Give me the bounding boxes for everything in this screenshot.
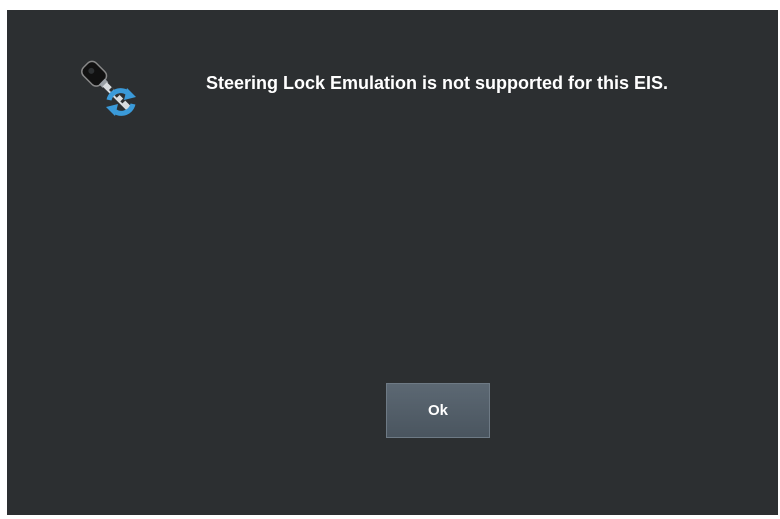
key-sync-icon [71,52,147,128]
ok-button[interactable]: Ok [386,383,490,438]
message-dialog: Steering Lock Emulation is not supported… [7,10,778,515]
dialog-message: Steering Lock Emulation is not supported… [205,73,669,93]
